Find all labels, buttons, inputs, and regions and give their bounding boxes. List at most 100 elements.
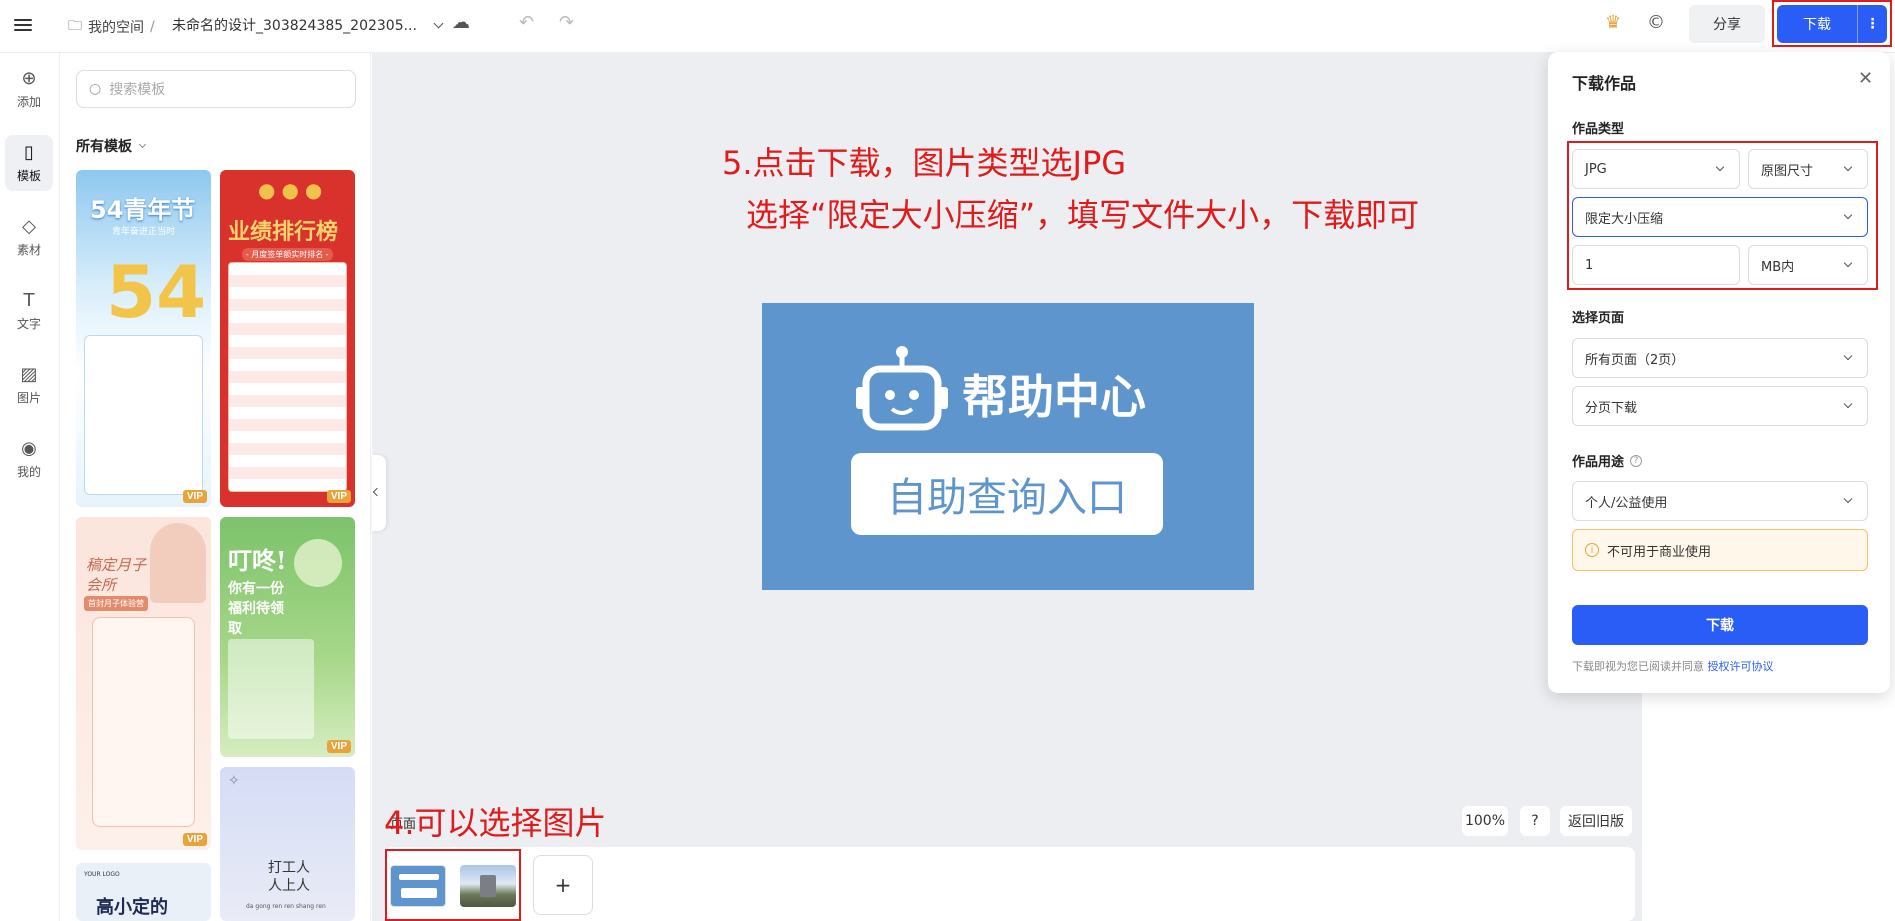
template-title: 业绩排行榜: [228, 219, 339, 245]
design-entry-button: 自助查询入口: [851, 453, 1163, 535]
left-nav: ⊕ 添加 ▯ 模板 ◇ 素材 T 文字 ▨ 图片 ◉ 我的: [0, 53, 60, 921]
design-artboard[interactable]: 帮助中心 自助查询入口: [762, 303, 1254, 590]
folder-icon: 🗀: [68, 18, 82, 34]
usage-label-text: 作品用途: [1572, 455, 1625, 470]
back-to-old-version-button[interactable]: 返回旧版: [1560, 806, 1632, 836]
redo-icon[interactable]: ↷: [559, 12, 574, 33]
template-card[interactable]: 54青年节 青年奋进正当时 54 VIP: [76, 170, 211, 507]
nav-label: 添加: [16, 94, 41, 109]
commercial-warning: i 不可用于商业使用: [1572, 529, 1868, 571]
nav-item-add[interactable]: ⊕ 添加: [5, 61, 53, 117]
page-thumb-entry-bar: [401, 888, 437, 898]
cloud-sync-icon[interactable]: ☁: [452, 12, 470, 33]
sparkle-icon: ✧: [228, 773, 240, 789]
nav-label: 模板: [16, 168, 41, 183]
page-thumbnail-2[interactable]: [460, 865, 516, 907]
undo-icon[interactable]: ↶: [519, 12, 534, 33]
nav-item-material[interactable]: ◇ 素材: [5, 209, 53, 265]
close-icon[interactable]: ✕: [1858, 68, 1873, 89]
template-body: [228, 639, 314, 739]
license-link[interactable]: 授权许可协议: [1708, 660, 1774, 673]
download-button[interactable]: 下载 ⋮: [1777, 5, 1887, 43]
usage-value: 个人/公益使用: [1585, 495, 1668, 511]
add-page-button[interactable]: +: [533, 855, 593, 915]
zoom-level[interactable]: 100%: [1462, 806, 1508, 836]
template-sub: da gong ren ren shang ren: [246, 903, 326, 910]
page-thumb-building: [480, 875, 496, 897]
template-sub: YOUR LOGO: [84, 871, 120, 878]
template-art: 54: [106, 250, 207, 334]
pages-value: 所有页面（2页）: [1585, 352, 1685, 368]
template-title: 叮咚!: [228, 546, 287, 575]
usage-select[interactable]: 个人/公益使用: [1572, 481, 1868, 521]
template-card[interactable]: YOUR LOGO 高小定的: [76, 863, 211, 921]
document-title[interactable]: 未命名的设计_303824385_202305...: [172, 15, 444, 35]
top-bar: 🗀 我的空间 / 未命名的设计_303824385_202305... ☁ ↶ …: [0, 0, 1895, 53]
template-body: [92, 617, 195, 827]
template-sub: 你有一份福利待领取: [228, 581, 284, 637]
usage-label: 作品用途?: [1572, 451, 1643, 470]
nav-item-template[interactable]: ▯ 模板: [5, 135, 53, 191]
add-icon: ⊕: [21, 67, 37, 89]
medal-icon: ●●●: [258, 178, 329, 202]
crown-icon[interactable]: ♛: [1605, 12, 1621, 33]
page-thumbnail-1[interactable]: [390, 865, 446, 907]
more-options-icon[interactable]: ⋮: [1858, 16, 1887, 32]
workspace-link[interactable]: 我的空间: [88, 17, 144, 37]
template-title: 打工人 人上人: [268, 860, 310, 894]
template-card[interactable]: ●●● 业绩排行榜 - 月度签单额实时排名 - VIP: [220, 170, 355, 507]
annotation-step5-line2: 选择“限定大小压缩”，填写文件大小，下载即可: [746, 196, 1420, 234]
text-icon: T: [23, 289, 35, 311]
all-templates-dropdown[interactable]: 所有模板: [76, 136, 147, 156]
split-download-select[interactable]: 分页下载: [1572, 386, 1868, 426]
template-card[interactable]: 叮咚! 你有一份福利待领取 VIP: [220, 517, 355, 757]
search-placeholder: 搜索模板: [109, 82, 166, 98]
vip-badge: VIP: [326, 740, 351, 753]
template-card[interactable]: 稿定月子会所 首封月子体验营 VIP: [76, 517, 211, 850]
info-icon: i: [1585, 543, 1599, 557]
breadcrumb-separator: /: [150, 19, 155, 35]
annotation-step4: 4.可以选择图片: [384, 804, 607, 842]
nav-item-image[interactable]: ▨ 图片: [5, 357, 53, 413]
chevron-down-icon: [1843, 494, 1853, 504]
menu-icon[interactable]: [14, 16, 32, 32]
chevron-down-icon: [138, 140, 147, 149]
help-button[interactable]: ?: [1520, 806, 1550, 836]
nav-label: 图片: [16, 390, 41, 405]
search-input[interactable]: ○ 搜索模板: [76, 70, 356, 108]
vip-badge: VIP: [182, 833, 207, 846]
image-icon: ▨: [20, 363, 38, 385]
collapse-panel-button[interactable]: [372, 455, 386, 531]
document-title-text: 未命名的设计_303824385_202305...: [172, 18, 417, 34]
license-note: 下载即视为您已阅读并同意 授权许可协议: [1572, 658, 1774, 674]
nav-item-text[interactable]: T 文字: [5, 283, 53, 339]
copyright-icon[interactable]: ©: [1647, 12, 1665, 33]
robot-icon: [856, 346, 948, 431]
all-templates-label: 所有模板: [76, 139, 132, 155]
help-circle-icon[interactable]: ?: [1630, 454, 1643, 467]
template-panel: ○ 搜索模板 所有模板 54青年节 青年奋进正当时 54 VIP ●●● 业绩排…: [61, 53, 371, 921]
template-card[interactable]: ✧ 打工人 人上人 da gong ren ren shang ren: [220, 767, 355, 921]
pages-select[interactable]: 所有页面（2页）: [1572, 338, 1868, 378]
breadcrumb: 🗀 我的空间 /: [68, 15, 155, 39]
settings-highlight-box: [1567, 141, 1878, 290]
page-thumb-title-bar: [399, 874, 439, 880]
download-button-label: 下载: [1803, 17, 1831, 33]
chevron-left-icon: [372, 487, 382, 497]
vip-badge: VIP: [182, 490, 207, 503]
nav-item-mine[interactable]: ◉ 我的: [5, 431, 53, 487]
download-panel-title: 下载作品: [1572, 74, 1637, 93]
template-mother-image: [150, 523, 206, 603]
ranking-table: [228, 262, 347, 492]
confirm-download-button[interactable]: 下载: [1572, 605, 1868, 645]
search-icon: ○: [89, 81, 102, 97]
template-lantern-image: [294, 539, 342, 587]
share-button[interactable]: 分享: [1689, 5, 1765, 43]
template-sub: - 月度签单额实时排名 -: [242, 248, 333, 261]
user-icon: ◉: [21, 437, 37, 459]
download-highlight-box: 下载 ⋮: [1772, 0, 1892, 47]
chevron-down-icon: [433, 18, 444, 29]
template-body: [84, 335, 203, 495]
vip-badge: VIP: [326, 490, 351, 503]
annotation-step5-line1: 5.点击下载，图片类型选JPG: [722, 144, 1127, 182]
